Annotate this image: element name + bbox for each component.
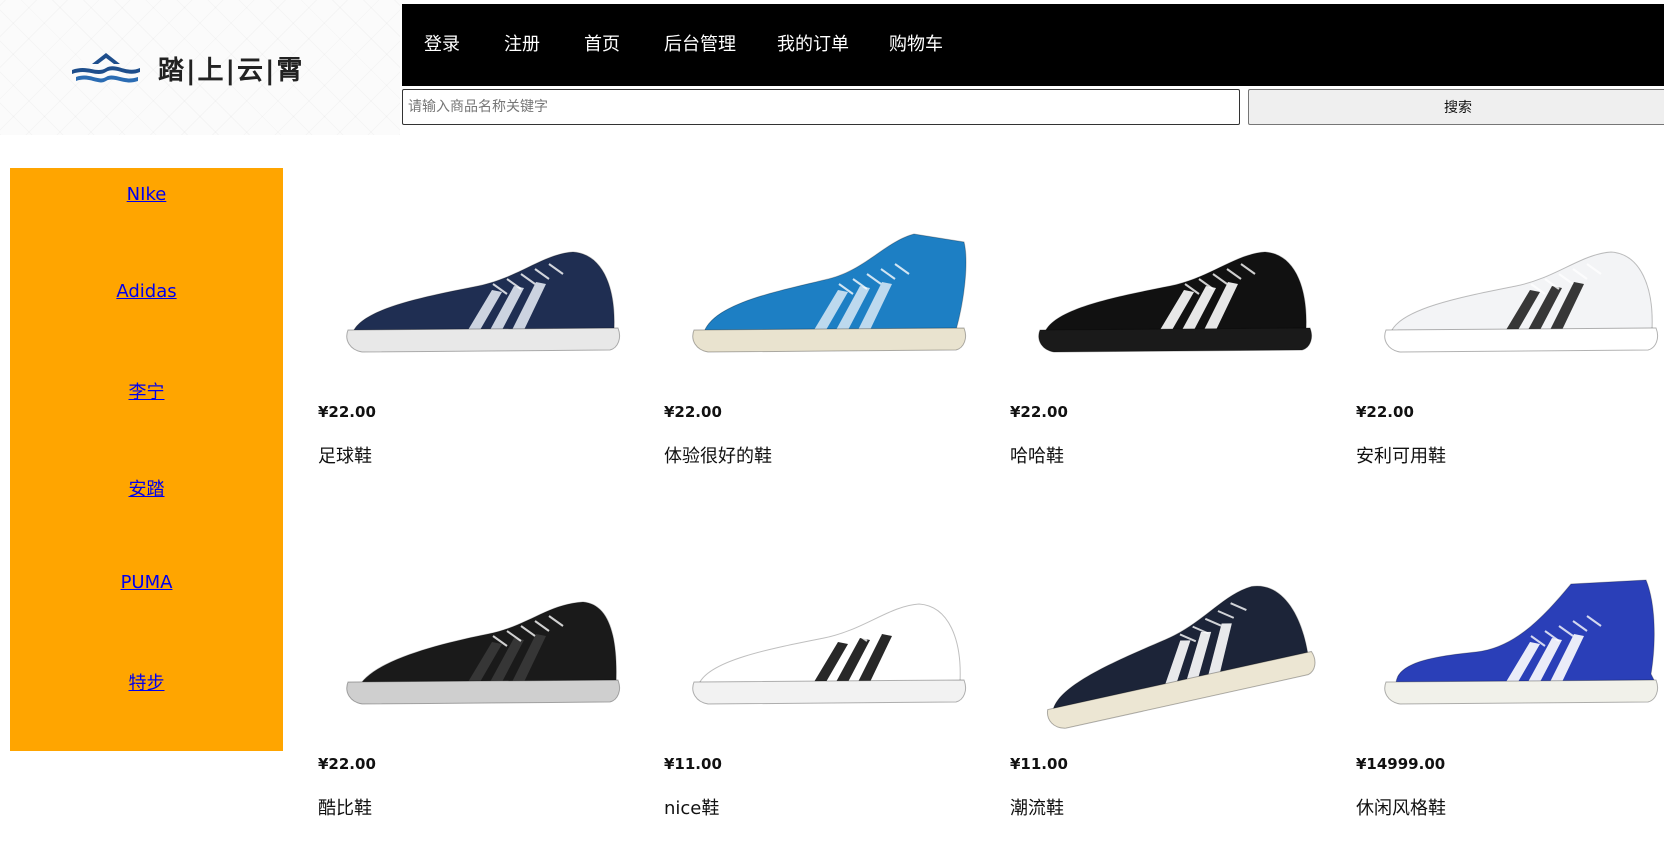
nav-cart[interactable]: 购物车 xyxy=(889,30,943,56)
sidebar-item-lining[interactable]: 李宁 xyxy=(10,378,283,404)
product-image[interactable] xyxy=(318,544,648,744)
product-price: ¥22.00 xyxy=(1010,403,1068,421)
product-price: ¥22.00 xyxy=(318,755,376,773)
nav-admin[interactable]: 后台管理 xyxy=(664,30,736,56)
nav-my-orders[interactable]: 我的订单 xyxy=(777,30,849,56)
product-price: ¥14999.00 xyxy=(1356,755,1446,773)
nav-register[interactable]: 注册 xyxy=(504,30,540,56)
product-image[interactable] xyxy=(1356,192,1664,392)
sidebar-item-nike[interactable]: NIke xyxy=(10,184,283,205)
nav-login[interactable]: 登录 xyxy=(424,30,460,56)
product-name[interactable]: 体验很好的鞋 xyxy=(664,442,772,468)
product-price: ¥22.00 xyxy=(664,403,722,421)
product-image[interactable] xyxy=(1356,544,1664,744)
product-price: ¥22.00 xyxy=(1356,403,1414,421)
product-name[interactable]: 安利可用鞋 xyxy=(1356,442,1446,468)
sidebar-item-puma[interactable]: PUMA xyxy=(10,572,283,593)
product-name[interactable]: 酷比鞋 xyxy=(318,794,372,820)
sidebar-item-xtep[interactable]: 特步 xyxy=(10,669,283,695)
sidebar-item-adidas[interactable]: Adidas xyxy=(10,281,283,302)
product-price: ¥11.00 xyxy=(664,755,722,773)
search-input[interactable] xyxy=(402,89,1240,125)
logo-area: 踏|上|云|霄 xyxy=(0,0,400,135)
product-name[interactable]: 足球鞋 xyxy=(318,442,372,468)
product-name[interactable]: 休闲风格鞋 xyxy=(1356,794,1446,820)
logo-mark-icon xyxy=(72,53,140,83)
product-name[interactable]: nice鞋 xyxy=(664,794,719,820)
top-navigation: 登录 注册 首页 后台管理 我的订单 购物车 xyxy=(402,4,1664,86)
product-image[interactable] xyxy=(318,192,648,392)
product-name[interactable]: 哈哈鞋 xyxy=(1010,442,1064,468)
search-button[interactable]: 搜索 xyxy=(1248,89,1664,125)
sidebar-item-anta[interactable]: 安踏 xyxy=(10,475,283,501)
product-image[interactable] xyxy=(664,544,994,744)
logo-text: 踏|上|云|霄 xyxy=(158,56,305,86)
product-image[interactable] xyxy=(664,192,994,392)
nav-home[interactable]: 首页 xyxy=(584,30,620,56)
product-image[interactable] xyxy=(1010,192,1340,392)
product-image[interactable] xyxy=(1010,544,1340,744)
product-price: ¥11.00 xyxy=(1010,755,1068,773)
brand-sidebar: NIke Adidas 李宁 安踏 PUMA 特步 xyxy=(10,168,283,751)
product-price: ¥22.00 xyxy=(318,403,376,421)
product-name[interactable]: 潮流鞋 xyxy=(1010,794,1064,820)
